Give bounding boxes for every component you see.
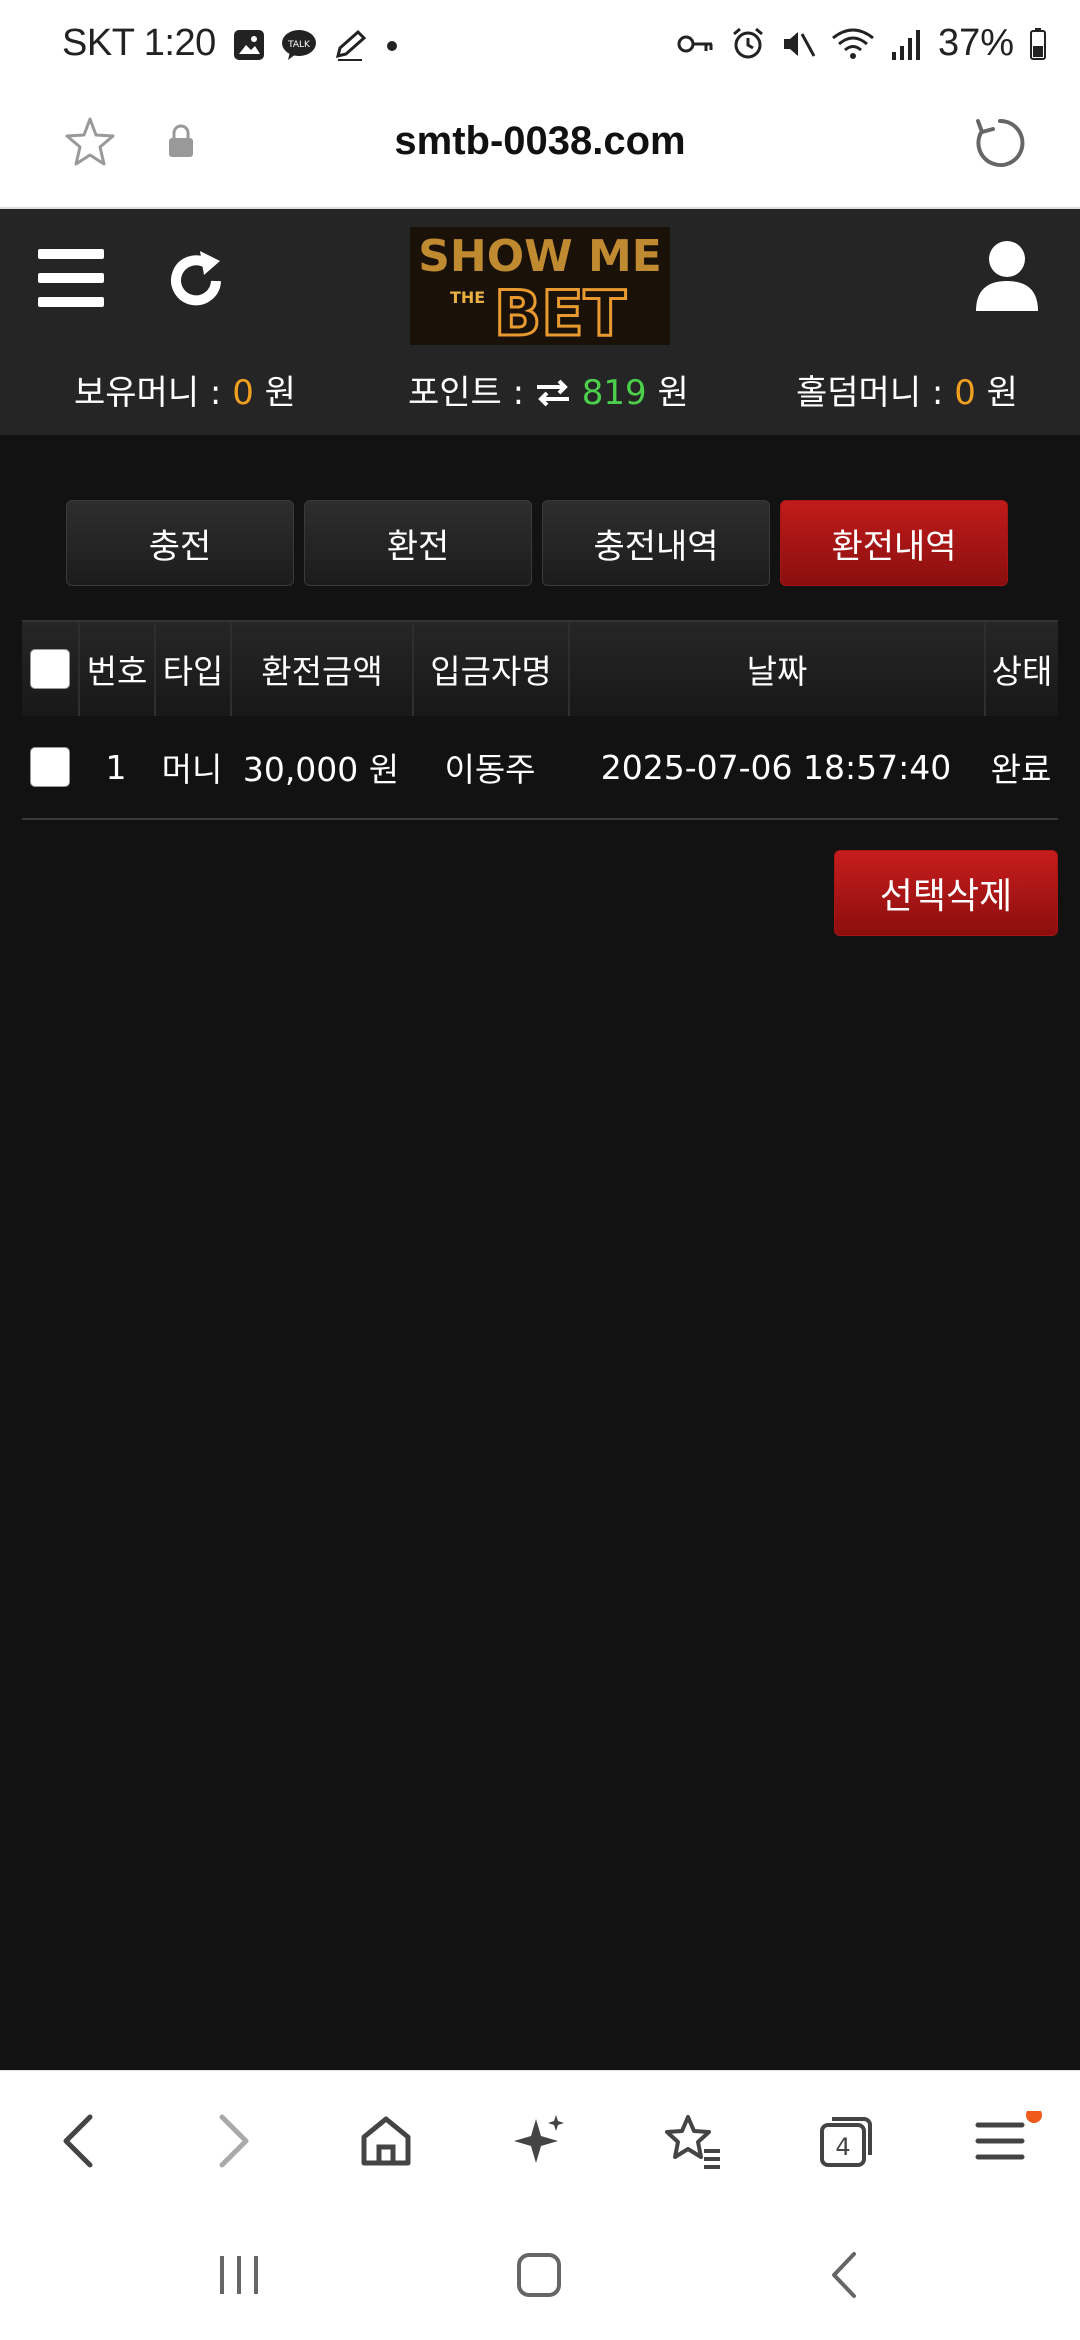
- header-type: 타입: [154, 622, 230, 716]
- site-header: SHOW ME THE BET 보유머니 : 0 원 포인트 : 819 원 홀…: [0, 209, 1080, 435]
- status-time: SKT 1:20: [62, 22, 216, 64]
- cell-no: 1: [105, 747, 127, 787]
- svg-text:SHOW ME: SHOW ME: [418, 231, 662, 282]
- header-amount: 환전금액: [230, 622, 412, 716]
- money-balance: 보유머니 : 0 원: [74, 373, 296, 413]
- balance-bar: 보유머니 : 0 원 포인트 : 819 원 홀덤머니 : 0 원: [0, 365, 1080, 425]
- bookmarks-icon[interactable]: [662, 2111, 724, 2175]
- tab-charge-history[interactable]: 충전내역: [542, 500, 770, 586]
- holdem-balance: 홀덤머니 : 0 원: [796, 373, 1018, 413]
- gallery-icon: [234, 30, 264, 60]
- key-icon: [677, 35, 713, 52]
- tab-bar: 충전 환전 충전내역 환전내역: [66, 500, 1008, 586]
- url-text[interactable]: smtb-0038.com: [0, 119, 1080, 164]
- wifi-icon: [832, 28, 874, 59]
- home-icon[interactable]: [356, 2111, 416, 2175]
- header-no: 번호: [78, 622, 154, 716]
- svg-text:TALK: TALK: [287, 40, 311, 50]
- battery-icon: [1030, 27, 1046, 60]
- address-bar: smtb-0038.com: [0, 95, 1080, 209]
- sparkle-icon[interactable]: [510, 2111, 570, 2175]
- pen-icon: [335, 29, 367, 61]
- back-icon[interactable]: [52, 2111, 108, 2175]
- cell-depositor: 이동주: [444, 750, 536, 789]
- notification-icons: TALK: [232, 28, 402, 62]
- cell-date: 2025-07-06 18:57:40: [600, 747, 952, 787]
- tab-exchange[interactable]: 환전: [304, 500, 532, 586]
- refresh-icon[interactable]: [162, 247, 230, 319]
- system-icons: 37%: [676, 22, 1048, 65]
- menu-icon[interactable]: [38, 249, 104, 315]
- home-button-icon[interactable]: [514, 2250, 564, 2304]
- svg-text:THE: THE: [450, 288, 485, 307]
- table-row: 1 머니 30,000 원 이동주 2025-07-06 18:57:40 완료: [22, 716, 1058, 820]
- browser-toolbar: 4: [0, 2070, 1080, 2211]
- cell-status: 완료: [990, 750, 1052, 789]
- row-select-cell: [22, 716, 78, 818]
- exchange-icon[interactable]: [535, 378, 571, 408]
- menu-icon[interactable]: [972, 2107, 1042, 2175]
- recent-apps-icon[interactable]: [214, 2250, 264, 2304]
- delete-selected-button[interactable]: 선택삭제: [834, 850, 1058, 936]
- header-status: 상태: [984, 622, 1058, 716]
- system-back-icon[interactable]: [820, 2250, 870, 2304]
- kakaotalk-icon: TALK: [282, 30, 316, 60]
- tab-charge[interactable]: 충전: [66, 500, 294, 586]
- dot-icon: [387, 41, 397, 51]
- table-header: 번호 타입 환전금액 입금자명 날짜 상태: [22, 620, 1058, 716]
- header-depositor: 입금자명: [412, 622, 568, 716]
- svg-text:4: 4: [835, 2133, 850, 2161]
- forward-icon[interactable]: [204, 2111, 260, 2175]
- svg-text:BET: BET: [494, 277, 626, 345]
- cell-amount: 30,000 원: [242, 750, 400, 789]
- user-icon[interactable]: [972, 237, 1042, 317]
- exchange-history-table: 번호 타입 환전금액 입금자명 날짜 상태 1 머니 30,000 원 이동주 …: [22, 620, 1058, 820]
- battery-percent: 37%: [937, 22, 1014, 64]
- signal-icon: [891, 29, 920, 60]
- alarm-icon: [732, 27, 763, 58]
- tab-exchange-history[interactable]: 환전내역: [780, 500, 1008, 586]
- tabs-icon[interactable]: 4: [816, 2111, 878, 2175]
- system-navigation-bar: [0, 2210, 1080, 2340]
- mute-icon: [783, 31, 816, 57]
- cell-type: 머니: [161, 750, 223, 789]
- site-logo[interactable]: SHOW ME THE BET: [410, 227, 670, 352]
- reload-icon[interactable]: [970, 113, 1030, 177]
- status-bar: SKT 1:20 TALK 37%: [0, 0, 1080, 95]
- row-checkbox[interactable]: [30, 747, 70, 787]
- header-date: 날짜: [568, 622, 984, 716]
- point-balance[interactable]: 포인트 : 819 원: [408, 365, 689, 414]
- select-all-checkbox[interactable]: [30, 649, 70, 689]
- select-all-cell: [22, 622, 78, 716]
